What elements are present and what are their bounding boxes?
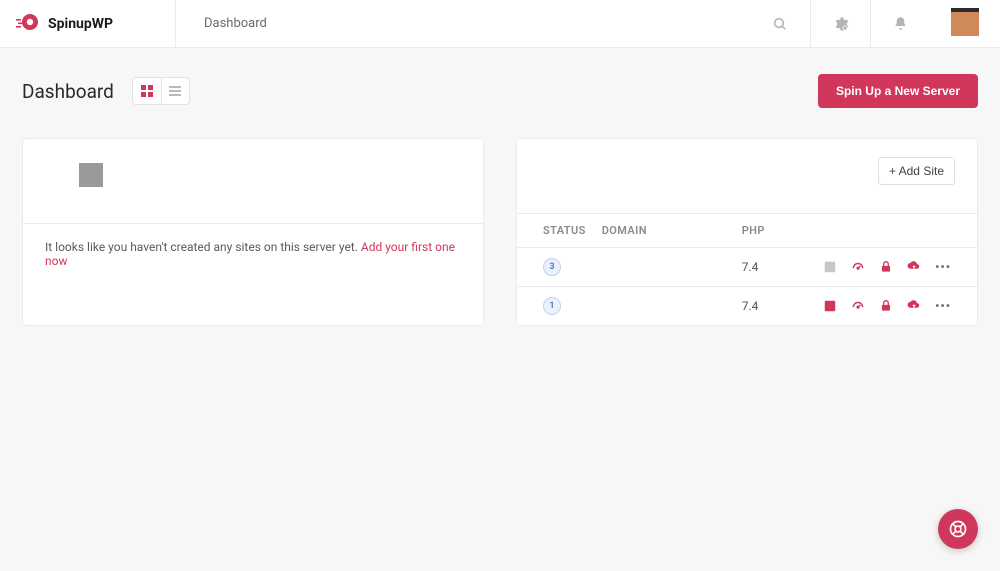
page-header: Dashboard Spin Up a New Server <box>22 74 978 108</box>
cell-php: 7.4 <box>734 248 814 287</box>
server-card-sites: + Add Site STATUS DOMAIN PHP 3 7.4 ••• 1 <box>516 138 978 326</box>
cell-domain <box>594 287 734 326</box>
more-icon[interactable]: ••• <box>935 260 951 274</box>
empty-message-text: It looks like you haven't created any si… <box>45 240 361 254</box>
help-button[interactable] <box>938 509 978 549</box>
breadcrumb[interactable]: Dashboard <box>176 16 750 31</box>
server-thumbnail <box>79 163 103 187</box>
cell-php: 7.4 <box>734 287 814 326</box>
row-actions: ••• <box>822 260 969 274</box>
table-row[interactable]: 1 7.4 ••• <box>517 287 977 326</box>
page-title: Dashboard <box>22 80 114 103</box>
more-icon[interactable]: ••• <box>935 299 951 313</box>
notifications-icon[interactable] <box>870 0 930 47</box>
list-view-button[interactable] <box>161 78 189 104</box>
col-domain: DOMAIN <box>594 214 734 248</box>
logo[interactable]: SpinupWP <box>0 0 176 47</box>
lock-icon[interactable] <box>879 299 893 313</box>
backup-icon[interactable] <box>907 260 921 274</box>
logo-text: SpinupWP <box>48 16 113 32</box>
view-toggle <box>132 77 190 105</box>
status-badge: 1 <box>543 297 561 315</box>
server-card-empty: It looks like you haven't created any si… <box>22 138 484 326</box>
cache-icon[interactable] <box>851 299 865 313</box>
sites-table: STATUS DOMAIN PHP 3 7.4 ••• 1 7.4 ••• <box>517 213 977 325</box>
table-row[interactable]: 3 7.4 ••• <box>517 248 977 287</box>
empty-sites-message: It looks like you haven't created any si… <box>23 223 483 284</box>
logo-icon <box>16 10 40 38</box>
grid-view-button[interactable] <box>133 78 161 104</box>
add-site-button[interactable]: + Add Site <box>878 157 955 185</box>
git-icon[interactable] <box>823 299 837 313</box>
git-icon[interactable] <box>823 260 837 274</box>
search-icon[interactable] <box>750 16 810 32</box>
col-php: PHP <box>734 214 814 248</box>
col-status: STATUS <box>517 214 594 248</box>
row-actions: ••• <box>822 299 969 313</box>
spin-up-server-button[interactable]: Spin Up a New Server <box>818 74 978 108</box>
lock-icon[interactable] <box>879 260 893 274</box>
cache-icon[interactable] <box>851 260 865 274</box>
status-badge: 3 <box>543 258 561 276</box>
user-avatar[interactable] <box>930 0 1000 47</box>
settings-icon[interactable] <box>810 0 870 47</box>
cell-domain <box>594 248 734 287</box>
backup-icon[interactable] <box>907 299 921 313</box>
topbar: SpinupWP Dashboard <box>0 0 1000 48</box>
